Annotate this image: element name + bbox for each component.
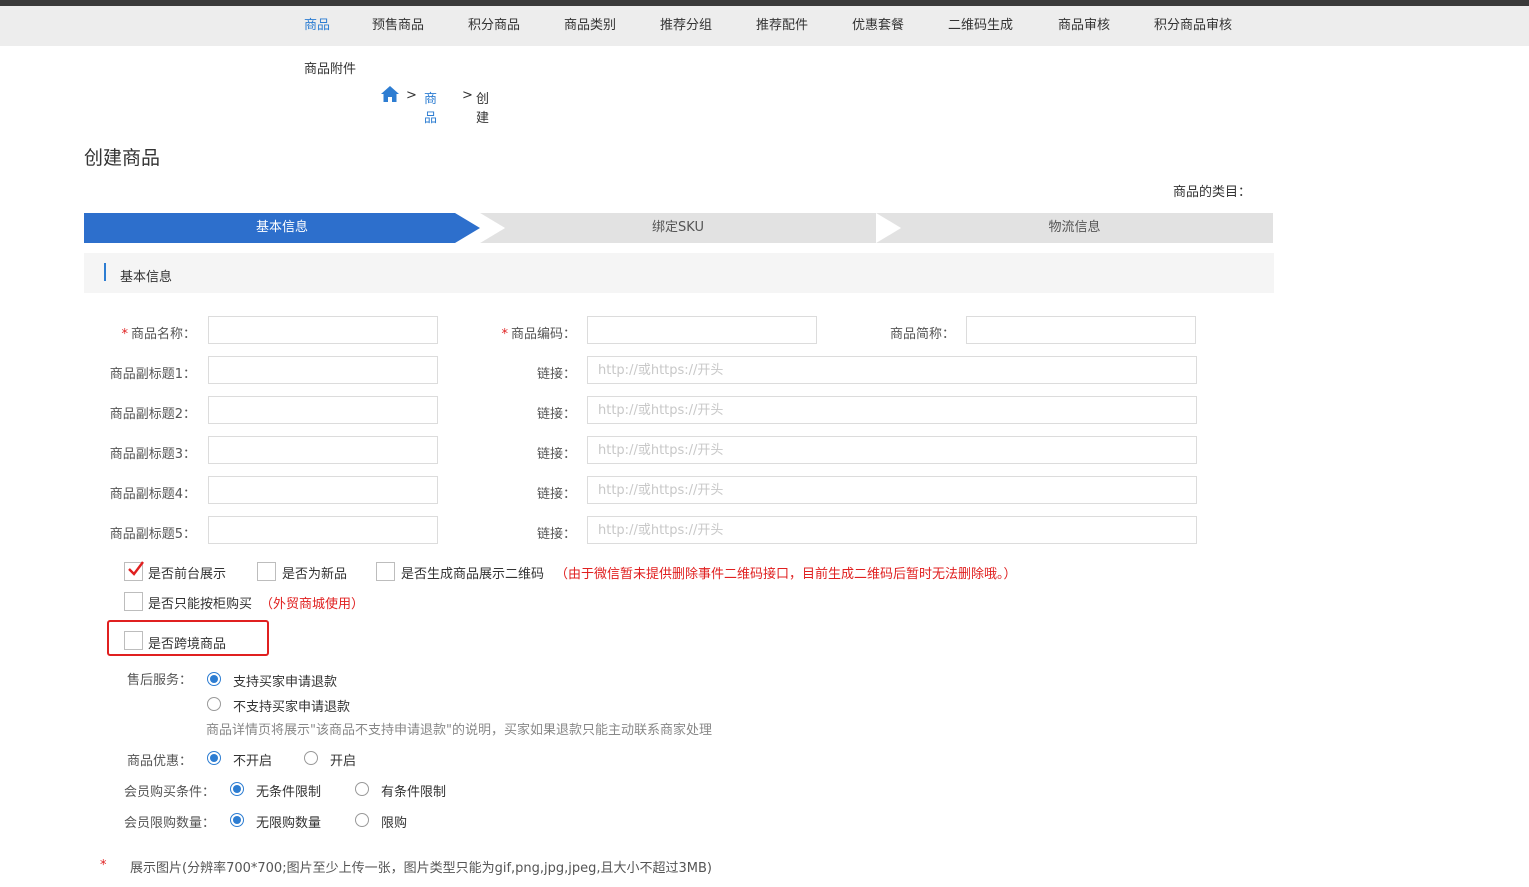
member-limit-none-label[interactable]: 无限购数量 <box>256 812 321 831</box>
required-mark: * <box>501 327 508 342</box>
link-2-label: 链接： <box>536 407 576 422</box>
link-5-label: 链接： <box>536 527 576 542</box>
link-1-input[interactable] <box>587 356 1197 384</box>
member-condition-has-label[interactable]: 有条件限制 <box>381 781 446 800</box>
product-code-input[interactable] <box>587 316 817 344</box>
breadcrumb-separator: > <box>462 88 473 103</box>
subtitle-4-input[interactable] <box>208 476 438 504</box>
nav-item-recommend-accessories[interactable]: 推荐配件 <box>756 6 808 46</box>
subtitle-2-label: 商品副标题2： <box>109 407 196 422</box>
frontend-display-label[interactable]: 是否前台展示 <box>148 563 226 582</box>
product-code-label: * 商品编码： <box>470 323 576 342</box>
member-limit-label: 会员限购数量： <box>124 816 216 831</box>
after-sale-label: 售后服务： <box>126 673 192 688</box>
product-name-input[interactable] <box>208 316 438 344</box>
subtitle-1-label: 商品副标题1： <box>109 367 196 382</box>
subtitle-3-label: 商品副标题3： <box>109 447 196 462</box>
counter-purchase-checkbox[interactable] <box>124 592 143 611</box>
member-limit-none-radio[interactable] <box>230 813 244 827</box>
nav-item-attachments[interactable]: 商品附件 <box>304 58 356 77</box>
after-sale-support-radio[interactable] <box>207 672 221 686</box>
subtitle-1-input[interactable] <box>208 356 438 384</box>
cross-border-label[interactable]: 是否跨境商品 <box>148 633 226 652</box>
step-logistics[interactable]: 物流信息 <box>876 213 1273 243</box>
top-nav: 商品 预售商品 积分商品 商品类别 推荐分组 推荐配件 优惠套餐 二维码生成 商… <box>0 6 1529 46</box>
step-progress: 基本信息 绑定SKU 物流信息 <box>84 213 1273 243</box>
member-condition-none-radio[interactable] <box>230 782 244 796</box>
breadcrumb-separator: > <box>406 88 417 103</box>
page-title: 创建商品 <box>84 147 161 169</box>
nav-item-points-products[interactable]: 积分商品 <box>468 6 520 46</box>
nav-item-products[interactable]: 商品 <box>304 6 330 46</box>
product-code-label-text: 商品编码： <box>510 327 576 342</box>
discount-label: 商品优惠： <box>126 754 192 769</box>
cross-border-checkbox[interactable] <box>124 631 143 650</box>
link-5-input[interactable] <box>587 516 1197 544</box>
qrcode-checkbox[interactable] <box>376 562 395 581</box>
link-4-input[interactable] <box>587 476 1197 504</box>
product-name-label-text: 商品名称： <box>130 327 196 342</box>
home-icon[interactable] <box>380 84 400 104</box>
counter-purchase-label[interactable]: 是否只能按柜购买 <box>148 593 252 612</box>
link-4-label: 链接： <box>536 487 576 502</box>
product-name-label: * 商品名称： <box>90 323 196 342</box>
after-sale-no-support-radio[interactable] <box>207 697 221 711</box>
nav-item-points-review[interactable]: 积分商品审核 <box>1154 6 1232 46</box>
link-3-input[interactable] <box>587 436 1197 464</box>
frontend-display-checkbox[interactable] <box>124 561 144 581</box>
link-2-input[interactable] <box>587 396 1197 424</box>
discount-on-label[interactable]: 开启 <box>330 750 356 769</box>
nav-item-product-review[interactable]: 商品审核 <box>1058 6 1110 46</box>
step-bind-sku[interactable]: 绑定SKU <box>480 213 876 243</box>
qrcode-warning: （由于微信暂未提供删除事件二维码接口，目前生成二维码后暂时无法删除哦。） <box>555 567 1017 582</box>
member-limit-limit-label[interactable]: 限购 <box>381 812 407 831</box>
member-limit-limit-radio[interactable] <box>355 813 369 827</box>
section-title: 基本信息 <box>120 270 173 285</box>
product-short-name-input[interactable] <box>966 316 1196 344</box>
qrcode-label[interactable]: 是否生成商品展示二维码 <box>401 563 544 582</box>
required-mark: * <box>100 858 107 873</box>
breadcrumb-link-products[interactable]: 商品 <box>424 88 437 126</box>
after-sale-no-support-label[interactable]: 不支持买家申请退款 <box>233 696 350 715</box>
member-condition-label: 会员购买条件： <box>124 785 216 800</box>
subtitle-4-label: 商品副标题4： <box>109 487 196 502</box>
check-icon <box>128 561 144 576</box>
new-item-label[interactable]: 是否为新品 <box>282 563 347 582</box>
nav-item-categories[interactable]: 商品类别 <box>564 6 616 46</box>
discount-off-label[interactable]: 不开启 <box>233 750 272 769</box>
after-sale-support-label[interactable]: 支持买家申请退款 <box>233 671 337 690</box>
after-sale-note: 商品详情页将展示"该商品不支持申请退款"的说明，买家如果退款只能主动联系商家处理 <box>206 723 712 738</box>
subtitle-2-input[interactable] <box>208 396 438 424</box>
subtitle-3-input[interactable] <box>208 436 438 464</box>
category-label: 商品的类目： <box>1172 185 1251 200</box>
nav-item-bundles[interactable]: 优惠套餐 <box>852 6 904 46</box>
link-1-label: 链接： <box>536 367 576 382</box>
discount-on-radio[interactable] <box>304 751 318 765</box>
product-short-name-label: 商品简称： <box>889 327 955 342</box>
display-images-label: 展示图片(分辨率700*700;图片至少上传一张，图片类型只能为gif,png,… <box>130 861 712 876</box>
discount-off-radio[interactable] <box>207 751 221 765</box>
link-3-label: 链接： <box>536 447 576 462</box>
new-item-checkbox[interactable] <box>257 562 276 581</box>
nav-item-presale[interactable]: 预售商品 <box>372 6 424 46</box>
nav-item-recommend-groups[interactable]: 推荐分组 <box>660 6 712 46</box>
member-condition-has-radio[interactable] <box>355 782 369 796</box>
subtitle-5-label: 商品副标题5： <box>109 527 196 542</box>
required-mark: * <box>121 327 128 342</box>
breadcrumb-current: 创建 <box>476 92 490 126</box>
member-condition-none-label[interactable]: 无条件限制 <box>256 781 321 800</box>
nav-item-qrcode[interactable]: 二维码生成 <box>948 6 1013 46</box>
subtitle-5-input[interactable] <box>208 516 438 544</box>
section-header: 基本信息 <box>84 253 1274 293</box>
counter-purchase-note: （外贸商城使用） <box>260 597 365 612</box>
step-basic-info[interactable]: 基本信息 <box>84 213 480 243</box>
section-accent-bar <box>104 263 106 281</box>
